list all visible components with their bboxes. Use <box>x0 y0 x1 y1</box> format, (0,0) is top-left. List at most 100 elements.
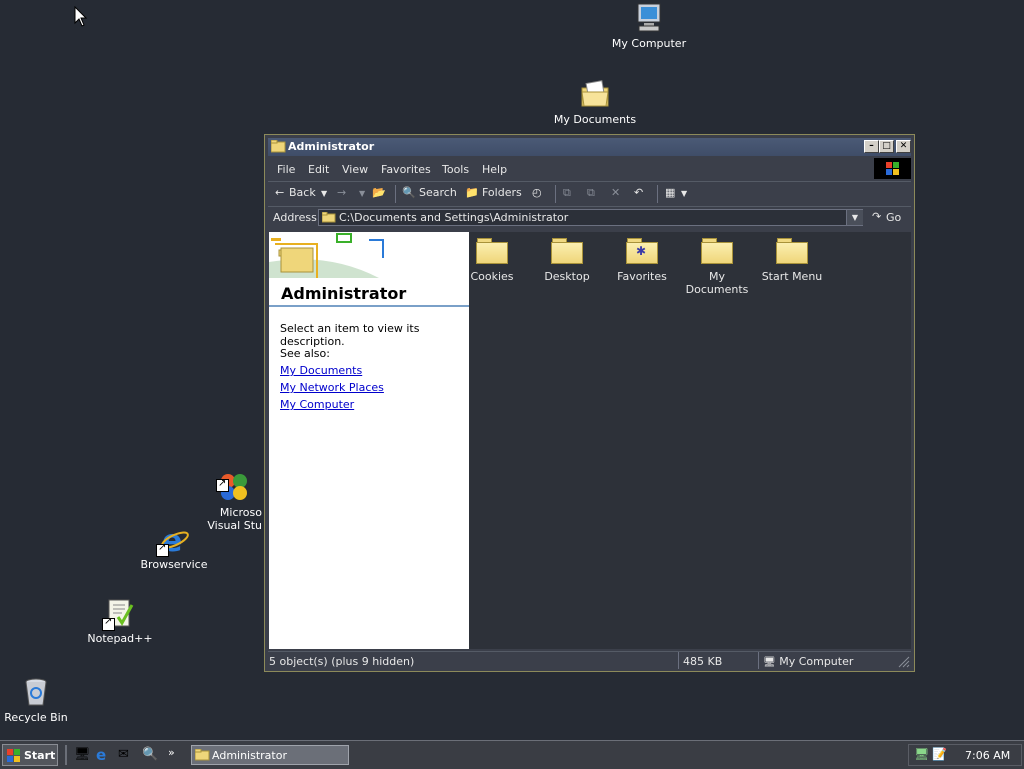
link-my-network-places[interactable]: My Network Places <box>280 381 384 394</box>
desktop-icon-my-computer[interactable]: My Computer <box>604 2 694 50</box>
views-dropdown-icon[interactable]: ▼ <box>681 189 687 198</box>
toolbar-separator <box>555 185 556 203</box>
history-icon[interactable]: ◴ <box>532 186 542 199</box>
menu-file[interactable]: File <box>277 163 295 176</box>
pane-heading-rule <box>269 305 469 307</box>
menu-favorites[interactable]: Favorites <box>381 163 431 176</box>
back-button[interactable]: Back <box>289 186 316 199</box>
title-bar[interactable]: Administrator – □ ✕ <box>268 138 911 156</box>
taskbar: Start 🖥 e ✉ 🔍 » Administrator 🖥 📝 7:06 A… <box>0 740 1024 769</box>
folder-item-label: My Documents <box>685 270 749 296</box>
address-input[interactable]: C:\Documents and Settings\Administrator … <box>318 209 863 226</box>
folder-item-label: Favorites <box>617 270 667 283</box>
recycle-bin-icon <box>20 676 52 708</box>
network-tray-icon[interactable]: 🖥 <box>914 747 929 761</box>
shortcut-arrow-icon <box>216 477 229 492</box>
folders-button[interactable]: Folders <box>482 186 522 199</box>
folder-view[interactable]: Cookies Desktop ✱ Favorites My Documents… <box>469 232 911 649</box>
close-button[interactable]: ✕ <box>896 140 911 153</box>
quicklaunch-internet-explorer-icon[interactable]: e <box>96 746 106 764</box>
start-button[interactable]: Start <box>2 744 58 766</box>
computer-icon <box>633 2 665 34</box>
quicklaunch-explorer-icon[interactable]: 🔍 <box>142 747 158 762</box>
desktop-icon-notepad-plus-plus[interactable]: Notepad++ <box>75 597 165 645</box>
taskbar-button-administrator[interactable]: Administrator <box>191 745 349 765</box>
start-label: Start <box>24 749 56 762</box>
folder-icon <box>195 749 210 761</box>
shortcut-arrow-icon <box>102 616 115 631</box>
folder-icon <box>476 238 508 264</box>
desktop-icon-label: Browservice <box>140 558 208 571</box>
views-icon[interactable]: ▦ <box>665 186 675 199</box>
up-folder-icon[interactable]: 📂 <box>372 186 386 199</box>
desktop-icon-recycle-bin[interactable]: Recycle Bin <box>0 676 81 724</box>
desktop-icon-my-documents[interactable]: My Documents <box>550 78 640 126</box>
status-zone: My Computer <box>779 655 854 668</box>
folder-icon <box>551 238 583 264</box>
folder-item-start-menu[interactable]: Start Menu <box>754 232 830 283</box>
menu-view[interactable]: View <box>342 163 368 176</box>
menu-tools[interactable]: Tools <box>442 163 469 176</box>
maximize-button[interactable]: □ <box>879 140 894 153</box>
address-value: C:\Documents and Settings\Administrator <box>339 211 569 224</box>
folder-item-cookies[interactable]: Cookies <box>454 232 530 283</box>
minimize-button[interactable]: – <box>864 140 879 153</box>
folder-item-label: Start Menu <box>761 270 823 283</box>
pane-description: Select an item to view its description. <box>280 322 420 348</box>
desktop-icon-label: Notepad++ <box>87 632 153 645</box>
toolbar-separator <box>657 185 658 203</box>
quicklaunch-desktop-icon[interactable]: 🖥 <box>74 747 91 762</box>
go-arrow-icon: ↷ <box>872 210 882 223</box>
forward-dropdown-icon[interactable]: ▼ <box>359 189 365 198</box>
status-zone-cell: 🖥 My Computer <box>758 652 911 669</box>
desktop-icon-browservice[interactable]: e Browservice <box>129 523 219 571</box>
desktop-icon-label: Recycle Bin <box>4 711 68 724</box>
visual-studio-icon <box>216 458 250 500</box>
folder-item-my-documents[interactable]: My Documents <box>679 232 755 296</box>
quicklaunch-outlook-icon[interactable]: ✉ <box>118 747 129 762</box>
pane-heading: Administrator <box>281 284 407 303</box>
my-documents-folder-icon <box>579 78 611 110</box>
mouse-cursor-icon <box>74 6 88 27</box>
copy-to-icon[interactable]: ⧉ <box>587 186 595 200</box>
window-title: Administrator <box>288 140 375 153</box>
back-arrow-icon: ← <box>275 186 285 199</box>
folder-item-favorites[interactable]: ✱ Favorites <box>604 232 680 283</box>
address-label: Address <box>273 211 317 224</box>
folder-item-label: Desktop <box>544 270 590 283</box>
quicklaunch-more-icon[interactable]: » <box>168 746 175 759</box>
forward-button-icon[interactable]: → <box>337 186 346 199</box>
internet-explorer-icon: e <box>156 523 190 559</box>
search-icon: 🔍 <box>402 186 416 199</box>
folder-item-label: Cookies <box>470 270 514 283</box>
menu-edit[interactable]: Edit <box>308 163 329 176</box>
go-button[interactable]: Go <box>886 211 901 224</box>
link-my-documents[interactable]: My Documents <box>280 364 362 377</box>
notepad-tray-icon[interactable]: 📝 <box>932 747 947 761</box>
favorites-folder-icon: ✱ <box>626 238 658 264</box>
resize-grip-icon[interactable] <box>898 656 910 668</box>
folders-icon: 📁 <box>465 186 479 199</box>
folder-banner-graphic <box>269 232 469 278</box>
folder-item-desktop[interactable]: Desktop <box>529 232 605 283</box>
link-my-computer[interactable]: My Computer <box>280 398 354 411</box>
taskbar-button-label: Administrator <box>212 749 287 762</box>
search-button[interactable]: Search <box>419 186 457 199</box>
see-also-label: See also: <box>280 347 330 360</box>
desktop-icon-label: My Computer <box>611 37 687 50</box>
quicklaunch-separator <box>65 745 67 765</box>
folder-icon <box>322 212 336 223</box>
explorer-window[interactable]: Administrator – □ ✕ File Edit View Favor… <box>264 134 915 672</box>
system-tray: 🖥 📝 7:06 AM <box>908 744 1022 766</box>
delete-icon[interactable]: ✕ <box>611 186 620 199</box>
menu-help[interactable]: Help <box>482 163 507 176</box>
shortcut-arrow-icon <box>156 542 169 557</box>
windows-logo-icon <box>7 749 20 762</box>
back-dropdown-icon[interactable]: ▼ <box>321 189 327 198</box>
menu-bar: File Edit View Favorites Tools Help <box>268 158 911 180</box>
status-object-count: 5 object(s) (plus 9 hidden) <box>269 655 415 668</box>
move-to-icon[interactable]: ⧉ <box>563 186 571 200</box>
address-dropdown-button[interactable]: ▼ <box>846 210 863 225</box>
undo-icon[interactable]: ↶ <box>634 186 643 199</box>
folder-icon <box>271 140 286 153</box>
